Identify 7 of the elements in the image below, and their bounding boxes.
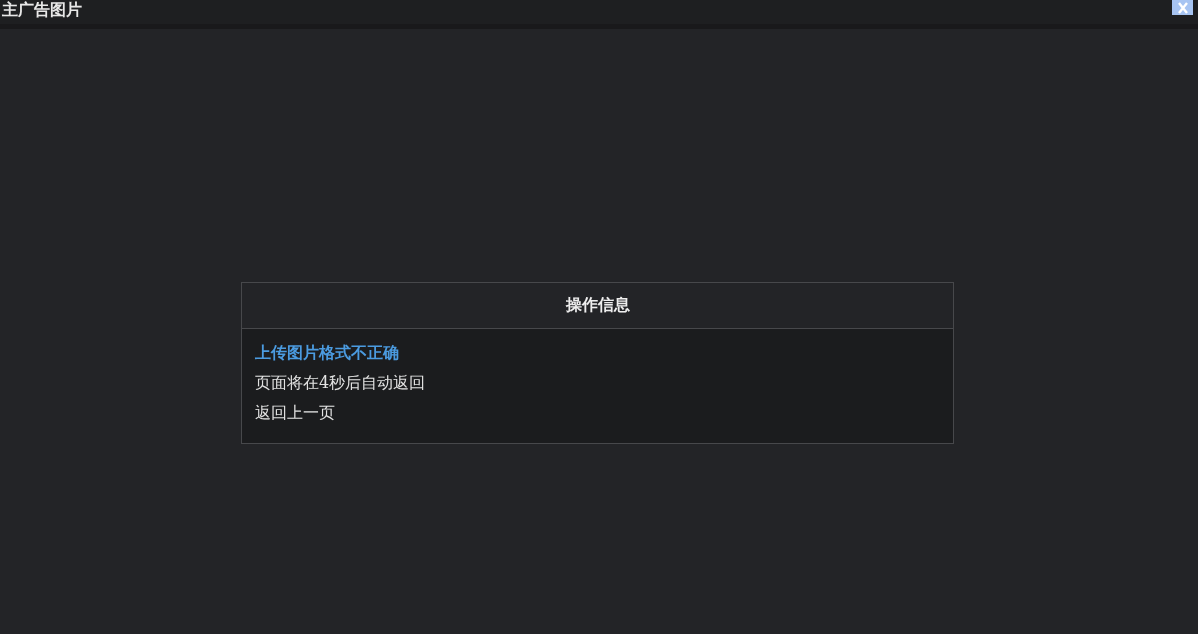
error-message: 上传图片格式不正确	[255, 343, 399, 362]
close-button[interactable]	[1172, 0, 1193, 15]
close-icon	[1175, 1, 1190, 14]
countdown-text: 页面将在4秒后自动返回	[255, 373, 426, 392]
back-link[interactable]: 返回上一页	[255, 403, 335, 422]
window-title: 主广告图片	[1, 0, 82, 20]
dialog-title: 操作信息	[565, 295, 630, 316]
